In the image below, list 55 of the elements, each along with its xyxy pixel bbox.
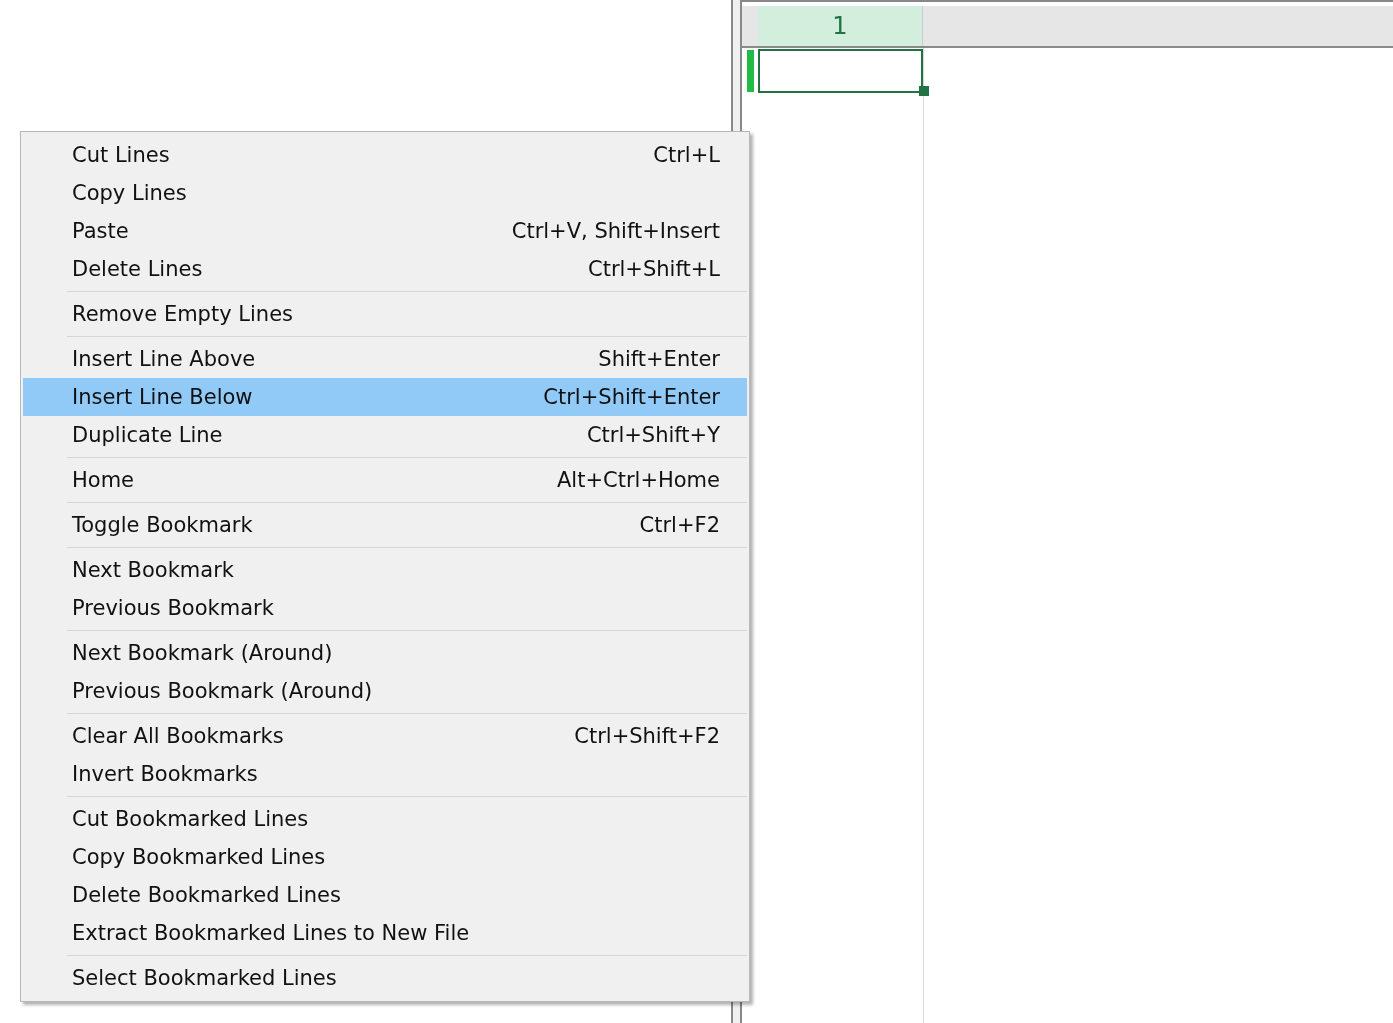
menu-item-label: Clear All Bookmarks [72,724,284,748]
menu-item[interactable]: Delete Lines Ctrl+Shift+L [23,250,747,288]
menu-item[interactable]: Cut Bookmarked Lines [23,800,747,838]
menu-item-label: Delete Bookmarked Lines [72,883,341,907]
menu-item[interactable]: Copy Lines [23,174,747,212]
shortcut-text: Ctrl+V, Shift+Insert [511,219,720,243]
menu-item[interactable]: Previous Bookmark [23,589,747,627]
menu-item-label: Cut Bookmarked Lines [72,807,309,831]
menu-item-label: Select Bookmarked Lines [72,966,337,990]
bookmark-marker [746,50,754,92]
menu-item-label: Cut Lines [72,143,170,167]
menu-item-label: Duplicate Line [72,423,223,447]
menu-item-label: Insert Line Above [72,347,256,371]
fill-handle[interactable] [919,86,929,96]
menu-item-label: Copy Bookmarked Lines [72,845,326,869]
cell[interactable] [758,49,923,93]
menu-item[interactable]: Next Bookmark (Around) [23,634,747,672]
menu-item[interactable]: Select Bookmarked Lines [23,959,747,997]
menu-item-label: Delete Lines [72,257,203,281]
column-header[interactable]: 1 [758,6,923,46]
menu-item[interactable]: Paste Ctrl+V, Shift+Insert [23,212,747,250]
menu-item-label: Previous Bookmark (Around) [72,679,373,703]
menu-item[interactable]: Home Alt+Ctrl+Home [23,461,747,499]
menu-item-label: Paste [72,219,129,243]
menu-item[interactable]: Insert Line Above Shift+Enter [23,340,747,378]
shortcut-text: Ctrl+Shift+Y [586,423,720,447]
shortcut-text: Shift+Enter [598,347,720,371]
menu-item[interactable]: Clear All Bookmarks Ctrl+Shift+F2 [23,717,747,755]
menu-item-label: Invert Bookmarks [72,762,258,786]
menu-item[interactable]: Cut Lines Ctrl+L [23,136,747,174]
shortcut-text: Alt+Ctrl+Home [557,468,720,492]
menu-item[interactable]: Next Bookmark [23,551,747,589]
menu-item[interactable]: Toggle Bookmark Ctrl+F2 [23,506,747,544]
shortcut-text: Ctrl+Shift+L [588,257,720,281]
menu-item-label: Toggle Bookmark [72,513,253,537]
menu-item[interactable]: Copy Bookmarked Lines [23,838,747,876]
shortcut-text: Ctrl+Shift+F2 [574,724,720,748]
shortcut-text: Ctrl+L [653,143,720,167]
menu-item-label: Next Bookmark [72,558,234,582]
menu-item[interactable]: Insert Line Below Ctrl+Shift+Enter [23,378,747,416]
menu-item[interactable]: Previous Bookmark (Around) [23,672,747,710]
menu-item-label: Insert Line Below [72,385,253,409]
menu-item-label: Copy Lines [72,181,187,205]
menu-item-label: Next Bookmark (Around) [72,641,333,665]
shortcut-text: Ctrl+Shift+Enter [543,385,720,409]
menu-item-label: Home [72,468,134,492]
menu-item[interactable]: Duplicate Line Ctrl+Shift+Y [23,416,747,454]
menu-item[interactable]: Delete Bookmarked Lines [23,876,747,914]
menu-item-label: Extract Bookmarked Lines to New File [72,921,470,945]
menu-item[interactable]: Invert Bookmarks [23,755,747,793]
shortcut-text: Ctrl+F2 [639,513,720,537]
menu-item-label: Previous Bookmark [72,596,274,620]
menu-item[interactable]: Extract Bookmarked Lines to New File [23,914,747,952]
menu-item[interactable]: Remove Empty Lines [23,295,747,333]
menu-item-label: Remove Empty Lines [72,302,293,326]
